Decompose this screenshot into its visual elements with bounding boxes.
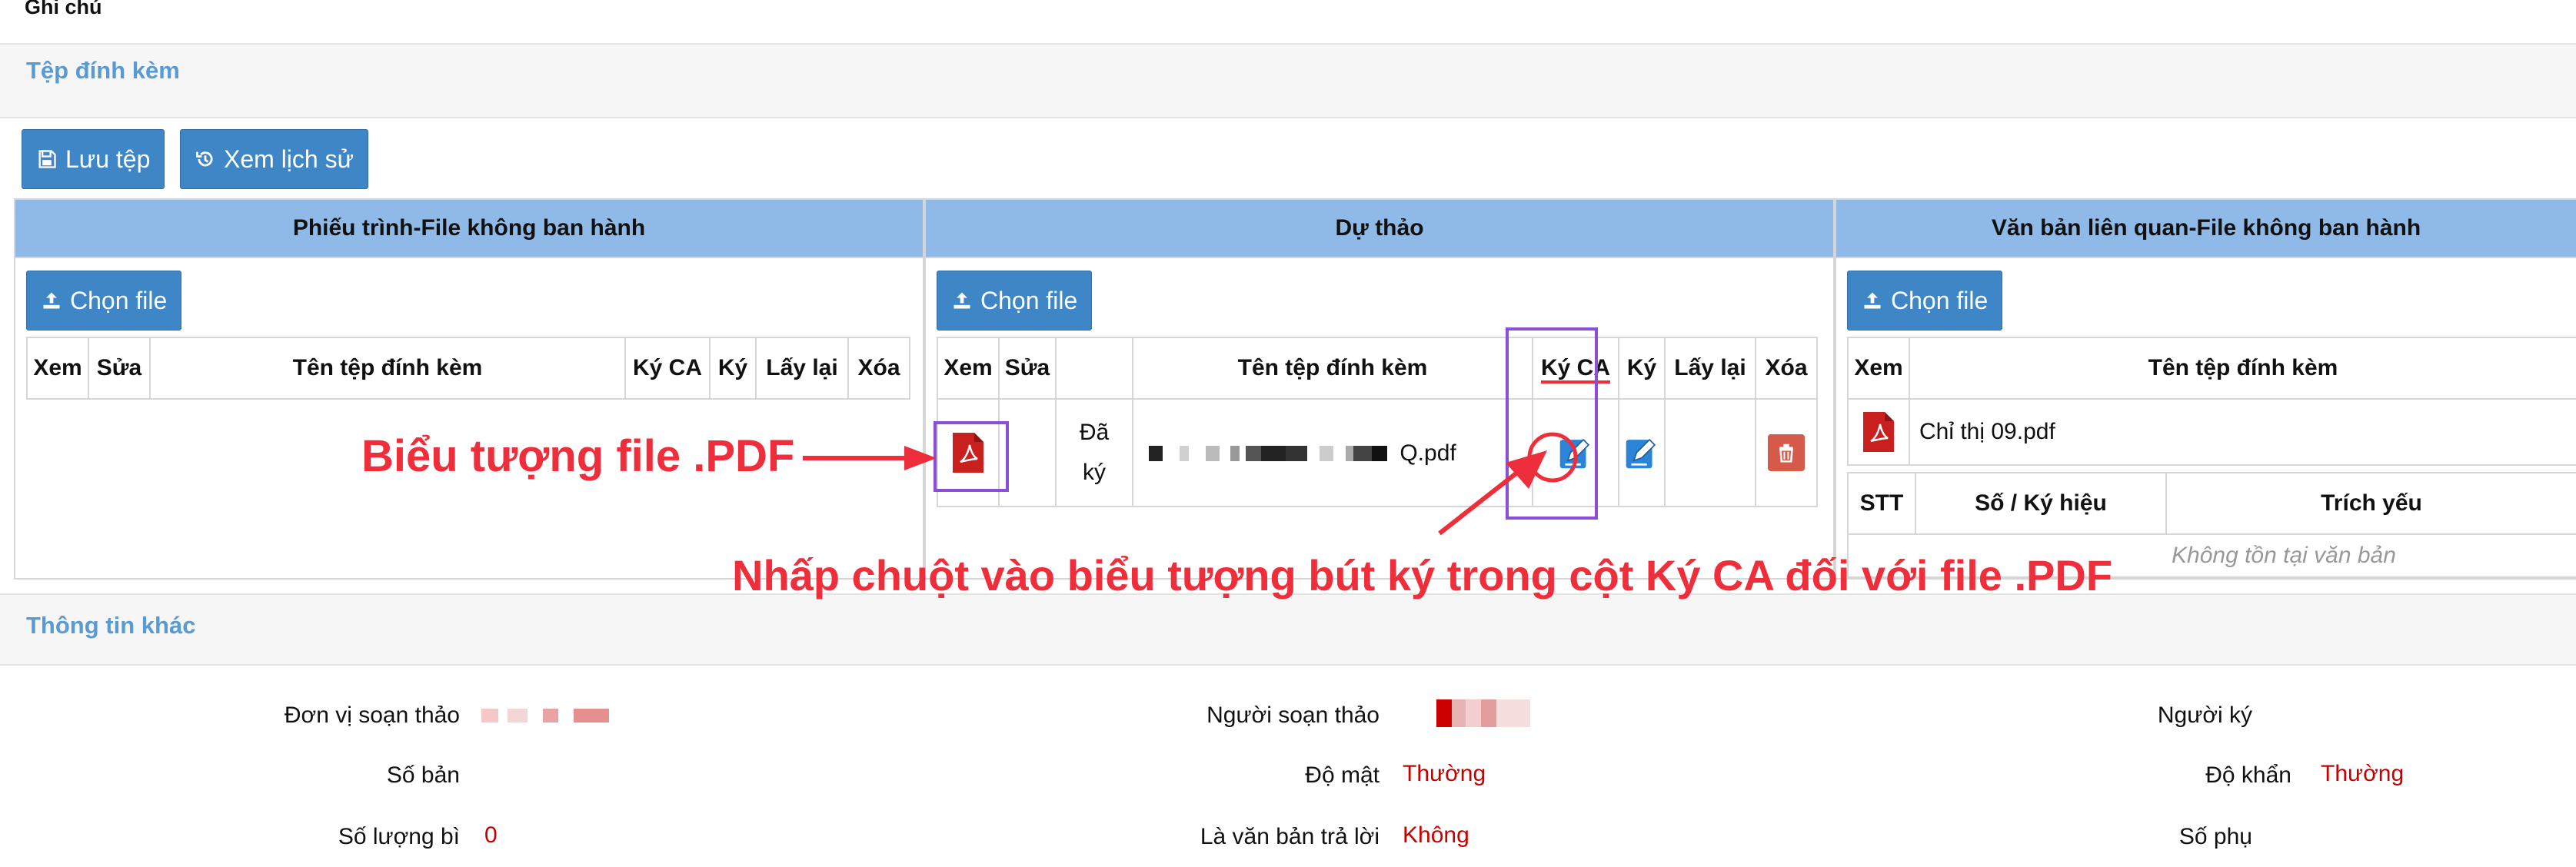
middle-choose-file-button[interactable]: Chọn file — [937, 271, 1093, 331]
col-retrieve: Lấy lại — [755, 337, 849, 400]
panel-related-documents-title: Văn bản liên quan-File không ban hành — [1836, 200, 2576, 258]
left-choose-file-button[interactable]: Chọn file — [26, 271, 182, 331]
related-file-name[interactable]: Chỉ thị 09.pdf — [1909, 398, 2576, 466]
col-view: Xem — [26, 337, 89, 400]
sub-number-label: Số phụ — [2178, 824, 2252, 849]
col-delete: Xóa — [847, 337, 910, 400]
view-history-button[interactable]: Xem lịch sử — [180, 129, 369, 189]
right-choose-file-button[interactable]: Chọn file — [1847, 271, 2003, 331]
col-sign: Ký — [709, 337, 757, 400]
pdf-annotation-arrow — [803, 446, 937, 470]
right-choose-file-label: Chọn file — [1891, 286, 1989, 314]
table-row: Đã ký Q.pdf — [937, 398, 1818, 507]
middle-choose-file-label: Chọn file — [980, 286, 1078, 314]
panel-related-documents: Văn bản liên quan-File không ban hành Ch… — [1835, 198, 2576, 580]
panel-unissued-file: Phiếu trình-File không ban hành Chọn fil… — [14, 198, 924, 580]
left-choose-file-label: Chọn file — [70, 286, 168, 314]
retrieve-cell — [1664, 398, 1756, 507]
col-file-name: Tên tệp đính kèm — [149, 337, 626, 400]
upload-icon — [1864, 292, 1881, 309]
view-cell — [1847, 398, 1910, 466]
panel-draft-title: Dự thảo — [926, 200, 1833, 258]
col-index: STT — [1847, 472, 1916, 535]
notes-label: Ghi chú — [25, 0, 102, 18]
delete-cell — [1755, 398, 1818, 507]
related-attachment-table: Xem Tên tệp đính kèm Chỉ thị 09.pdf — [1847, 337, 2576, 466]
col-file-name: Tên tệp đính kèm — [1132, 337, 1533, 400]
signed-status-line2: ký — [1083, 460, 1106, 485]
col-view: Xem — [937, 337, 1000, 400]
status-cell: Đã ký — [1055, 398, 1133, 507]
panel-unissued-file-title: Phiếu trình-File không ban hành — [15, 200, 923, 258]
col-view: Xem — [1847, 337, 1910, 400]
col-edit: Sửa — [88, 337, 151, 400]
sign-annotation-arrow — [1438, 450, 1547, 536]
drafting-unit-label: Đơn vị soạn thảo — [284, 703, 460, 728]
col-sign: Ký — [1618, 337, 1666, 400]
envelope-count-label: Số lượng bì — [338, 824, 460, 849]
sign-instruction-annotation: Nhấp chuột vào biểu tượng bút ký trong c… — [732, 551, 2113, 600]
col-number: Số / Ký hiệu — [1915, 472, 2167, 535]
save-file-label: Lưu tệp — [65, 144, 151, 173]
redacted-drafter — [1419, 699, 1530, 727]
signer-label: Người ký — [2157, 703, 2252, 728]
reply-document-label: Là văn bản trả lời — [1200, 824, 1380, 849]
col-retrieve: Lấy lại — [1664, 337, 1756, 400]
left-attachment-table: Xem Sửa Tên tệp đính kèm Ký CA Ký Lấy lạ… — [26, 337, 910, 400]
panel-draft: Dự thảo Chọn file Xem Sửa Tên tệp đính k… — [924, 198, 1835, 580]
col-status — [1055, 337, 1133, 400]
pdf-icon-highlight — [934, 421, 1009, 492]
attachments-section-title: Tệp đính kèm — [26, 57, 180, 84]
col-edit: Sửa — [998, 337, 1057, 400]
sign-cell — [1618, 398, 1666, 507]
trash-icon — [1779, 443, 1793, 463]
upload-icon — [954, 292, 970, 309]
signed-status-line1: Đã — [1079, 420, 1110, 445]
copies-label: Số bản — [386, 762, 460, 788]
redacted-drafting-unit — [481, 709, 609, 722]
other-info-section-bar: Thông tin khác — [0, 593, 2576, 666]
sign-pen-icon[interactable] — [1625, 436, 1659, 470]
draft-attachment-table: Xem Sửa Tên tệp đính kèm Ký CA Ký Lấy lạ… — [937, 337, 1818, 507]
urgency-label: Độ khẩn — [2205, 762, 2291, 788]
floppy-disk-icon — [38, 150, 56, 168]
attachments-section-bar: Tệp đính kèm — [0, 43, 2576, 118]
col-summary: Trích yếu — [2165, 472, 2576, 535]
pdf-icon-annotation: Biểu tượng file .PDF — [361, 431, 795, 481]
delete-button[interactable] — [1768, 434, 1805, 471]
confidentiality-value: Thường — [1403, 761, 1486, 786]
col-file-name: Tên tệp đính kèm — [1909, 337, 2576, 400]
history-icon — [196, 151, 213, 167]
save-file-button[interactable]: Lưu tệp — [22, 129, 165, 189]
col-sign-ca: Ký CA — [624, 337, 711, 400]
confidentiality-label: Độ mật — [1305, 762, 1380, 788]
envelope-count-value: 0 — [484, 822, 498, 848]
col-delete: Xóa — [1755, 337, 1818, 400]
reply-document-value: Không — [1403, 822, 1469, 848]
table-row: Chỉ thị 09.pdf — [1847, 398, 2576, 466]
view-history-label: Xem lịch sử — [224, 144, 354, 173]
redacted-filename — [1149, 445, 1387, 461]
other-info-section-title: Thông tin khác — [26, 612, 196, 639]
urgency-value: Thường — [2321, 761, 2405, 786]
drafter-label: Người soạn thảo — [1206, 703, 1380, 728]
upload-icon — [43, 292, 60, 309]
pdf-file-icon[interactable] — [1863, 412, 1894, 452]
